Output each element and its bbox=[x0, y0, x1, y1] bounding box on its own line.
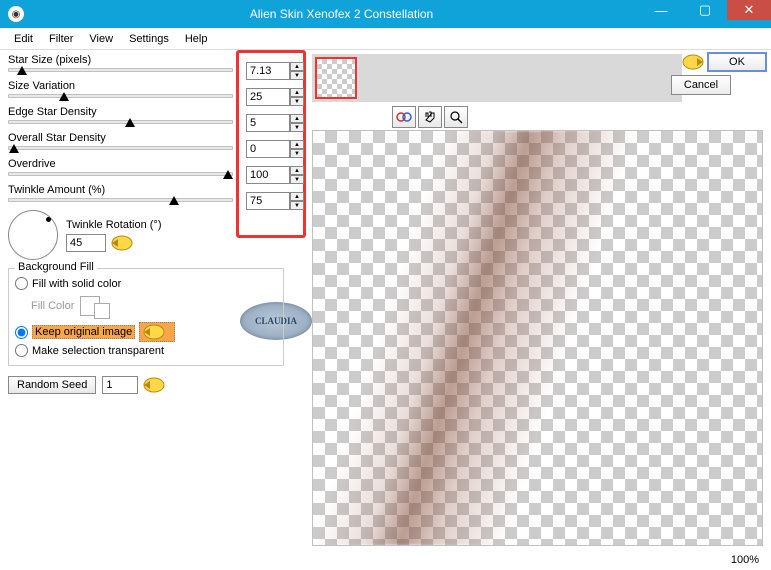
twinkle-rotation-row: Twinkle Rotation (°) bbox=[8, 210, 304, 260]
pointer-hand-icon bbox=[110, 234, 140, 252]
spin-up-icon[interactable]: ▲ bbox=[290, 166, 304, 175]
size-variation-slider[interactable] bbox=[8, 94, 233, 98]
preview-tools bbox=[312, 106, 763, 128]
overdrive-row: Overdrive ▲▼ bbox=[8, 158, 304, 176]
spin-up-icon[interactable]: ▲ bbox=[290, 192, 304, 201]
overall-density-slider[interactable] bbox=[8, 146, 233, 150]
fill-solid-radio[interactable]: Fill with solid color bbox=[15, 277, 277, 290]
thumbnail-strip bbox=[312, 54, 682, 102]
overall-density-input[interactable] bbox=[246, 140, 290, 158]
spin-up-icon[interactable]: ▲ bbox=[290, 114, 304, 123]
titlebar: ◉ Alien Skin Xenofex 2 Constellation — ▢… bbox=[0, 0, 771, 28]
size-variation-row: Size Variation ▲▼ bbox=[8, 80, 304, 98]
settings-panel: Star Size (pixels) ▲▼ Size Variation ▲▼ … bbox=[0, 50, 312, 570]
spin-down-icon[interactable]: ▼ bbox=[290, 123, 304, 132]
preview-content bbox=[314, 131, 652, 545]
ok-button[interactable]: OK bbox=[707, 52, 767, 72]
star-size-input[interactable] bbox=[246, 62, 290, 80]
rotation-input[interactable] bbox=[66, 234, 106, 252]
star-size-slider[interactable] bbox=[8, 68, 233, 72]
fill-color-label: Fill Color bbox=[31, 300, 74, 312]
preview-panel: OK Cancel 100% bbox=[312, 50, 771, 570]
app-icon: ◉ bbox=[8, 6, 24, 22]
toggle-preview-icon[interactable] bbox=[392, 106, 416, 128]
random-seed-row: Random Seed bbox=[8, 376, 304, 394]
edge-density-input[interactable] bbox=[246, 114, 290, 132]
menu-help[interactable]: Help bbox=[177, 31, 216, 47]
fill-color-swatch-bg[interactable] bbox=[94, 303, 110, 319]
zoom-level: 100% bbox=[731, 554, 759, 566]
bg-fill-group-label: Background Fill bbox=[15, 261, 97, 273]
star-size-row: Star Size (pixels) ▲▼ bbox=[8, 54, 304, 72]
minimize-button[interactable]: — bbox=[639, 0, 683, 20]
menubar: Edit Filter View Settings Help bbox=[0, 28, 771, 50]
spin-down-icon[interactable]: ▼ bbox=[290, 97, 304, 106]
window-controls: — ▢ ✕ bbox=[639, 0, 771, 20]
overall-density-row: Overall Star Density ▲▼ bbox=[8, 132, 304, 150]
spin-down-icon[interactable]: ▼ bbox=[290, 201, 304, 210]
rotation-dial[interactable] bbox=[8, 210, 58, 260]
rotation-label: Twinkle Rotation (°) bbox=[66, 219, 162, 231]
overdrive-input[interactable] bbox=[246, 166, 290, 184]
spin-down-icon[interactable]: ▼ bbox=[290, 149, 304, 158]
make-transparent-radio[interactable]: Make selection transparent bbox=[15, 344, 277, 357]
cancel-button[interactable]: Cancel bbox=[671, 75, 731, 95]
close-button[interactable]: ✕ bbox=[727, 0, 771, 20]
maximize-button[interactable]: ▢ bbox=[683, 0, 727, 20]
keep-original-radio[interactable]: Keep original image bbox=[15, 322, 277, 342]
overdrive-slider[interactable] bbox=[8, 172, 233, 176]
pan-hand-icon[interactable] bbox=[418, 106, 442, 128]
fill-color-row: Fill Color bbox=[31, 293, 277, 319]
spin-up-icon[interactable]: ▲ bbox=[290, 140, 304, 149]
preset-thumbnail[interactable] bbox=[315, 57, 357, 99]
size-variation-input[interactable] bbox=[246, 88, 290, 106]
twinkle-amount-input[interactable] bbox=[246, 192, 290, 210]
menu-filter[interactable]: Filter bbox=[41, 31, 81, 47]
spin-up-icon[interactable]: ▲ bbox=[290, 88, 304, 97]
edge-density-slider[interactable] bbox=[8, 120, 233, 124]
pointer-hand-icon bbox=[139, 322, 175, 342]
random-seed-input[interactable] bbox=[102, 376, 138, 394]
pointer-hand-icon bbox=[675, 53, 705, 71]
zoom-icon[interactable] bbox=[444, 106, 468, 128]
twinkle-amount-slider[interactable] bbox=[8, 198, 233, 202]
twinkle-amount-row: Twinkle Amount (%) ▲▼ bbox=[8, 184, 304, 202]
background-fill-group: Background Fill Fill with solid color Fi… bbox=[8, 268, 284, 366]
menu-view[interactable]: View bbox=[81, 31, 121, 47]
edge-density-row: Edge Star Density ▲▼ bbox=[8, 106, 304, 124]
spin-up-icon[interactable]: ▲ bbox=[290, 62, 304, 71]
random-seed-button[interactable]: Random Seed bbox=[8, 376, 96, 394]
preview-area[interactable] bbox=[312, 130, 763, 546]
menu-edit[interactable]: Edit bbox=[6, 31, 41, 47]
spin-down-icon[interactable]: ▼ bbox=[290, 175, 304, 184]
menu-settings[interactable]: Settings bbox=[121, 31, 177, 47]
pointer-hand-icon bbox=[142, 376, 172, 394]
spin-down-icon[interactable]: ▼ bbox=[290, 71, 304, 80]
